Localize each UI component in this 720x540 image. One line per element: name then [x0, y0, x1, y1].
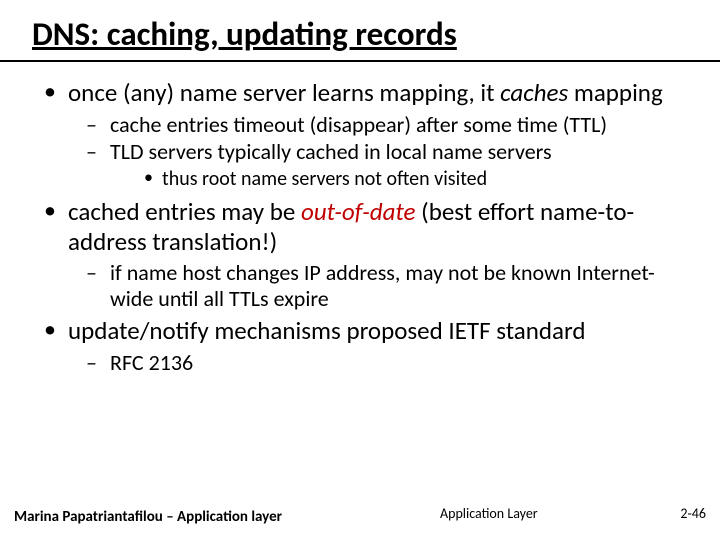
bullet-1-text-post: mapping: [568, 77, 663, 108]
bullet-2-emphasis: out-of-date: [301, 196, 416, 227]
bullet-1-sub-1: cache entries timeout (disappear) after …: [82, 112, 696, 138]
bullet-3-sub-1: RFC 2136: [82, 350, 696, 376]
bullet-2: cached entries may be out-of-date (best …: [38, 197, 696, 312]
bullet-2-sub-1: if name host changes IP address, may not…: [82, 260, 696, 312]
bullet-1: once (any) name server learns mapping, i…: [38, 78, 696, 191]
bullet-1-subsublist: thus root name servers not often visited: [110, 167, 696, 191]
title-underline-rule: [0, 60, 720, 62]
slide: DNS: caching, updating records once (any…: [0, 0, 720, 540]
slide-body: once (any) name server learns mapping, i…: [38, 78, 696, 380]
footer-author: Marina Papatriantafilou – Application la…: [14, 508, 282, 526]
bullet-list-level1: once (any) name server learns mapping, i…: [38, 78, 696, 376]
bullet-2-sublist: if name host changes IP address, may not…: [68, 260, 696, 312]
footer-section: Application Layer: [440, 505, 538, 522]
bullet-1-sublist: cache entries timeout (disappear) after …: [68, 112, 696, 192]
bullet-1-emphasis: caches: [500, 77, 568, 108]
bullet-1-sub-2: TLD servers typically cached in local na…: [82, 139, 696, 191]
bullet-1-sub-2-text: TLD servers typically cached in local na…: [110, 138, 552, 165]
bullet-3-text: update/notify mechanisms proposed IETF s…: [68, 315, 586, 346]
bullet-3: update/notify mechanisms proposed IETF s…: [38, 316, 696, 375]
bullet-3-sublist: RFC 2136: [68, 350, 696, 376]
footer-page-number: 2-46: [680, 505, 706, 522]
bullet-2-text-pre: cached entries may be: [68, 196, 301, 227]
bullet-1-subsub-1: thus root name servers not often visited: [138, 167, 696, 191]
bullet-1-text-pre: once (any) name server learns mapping, i…: [68, 77, 500, 108]
slide-title: DNS: caching, updating records: [32, 14, 457, 54]
